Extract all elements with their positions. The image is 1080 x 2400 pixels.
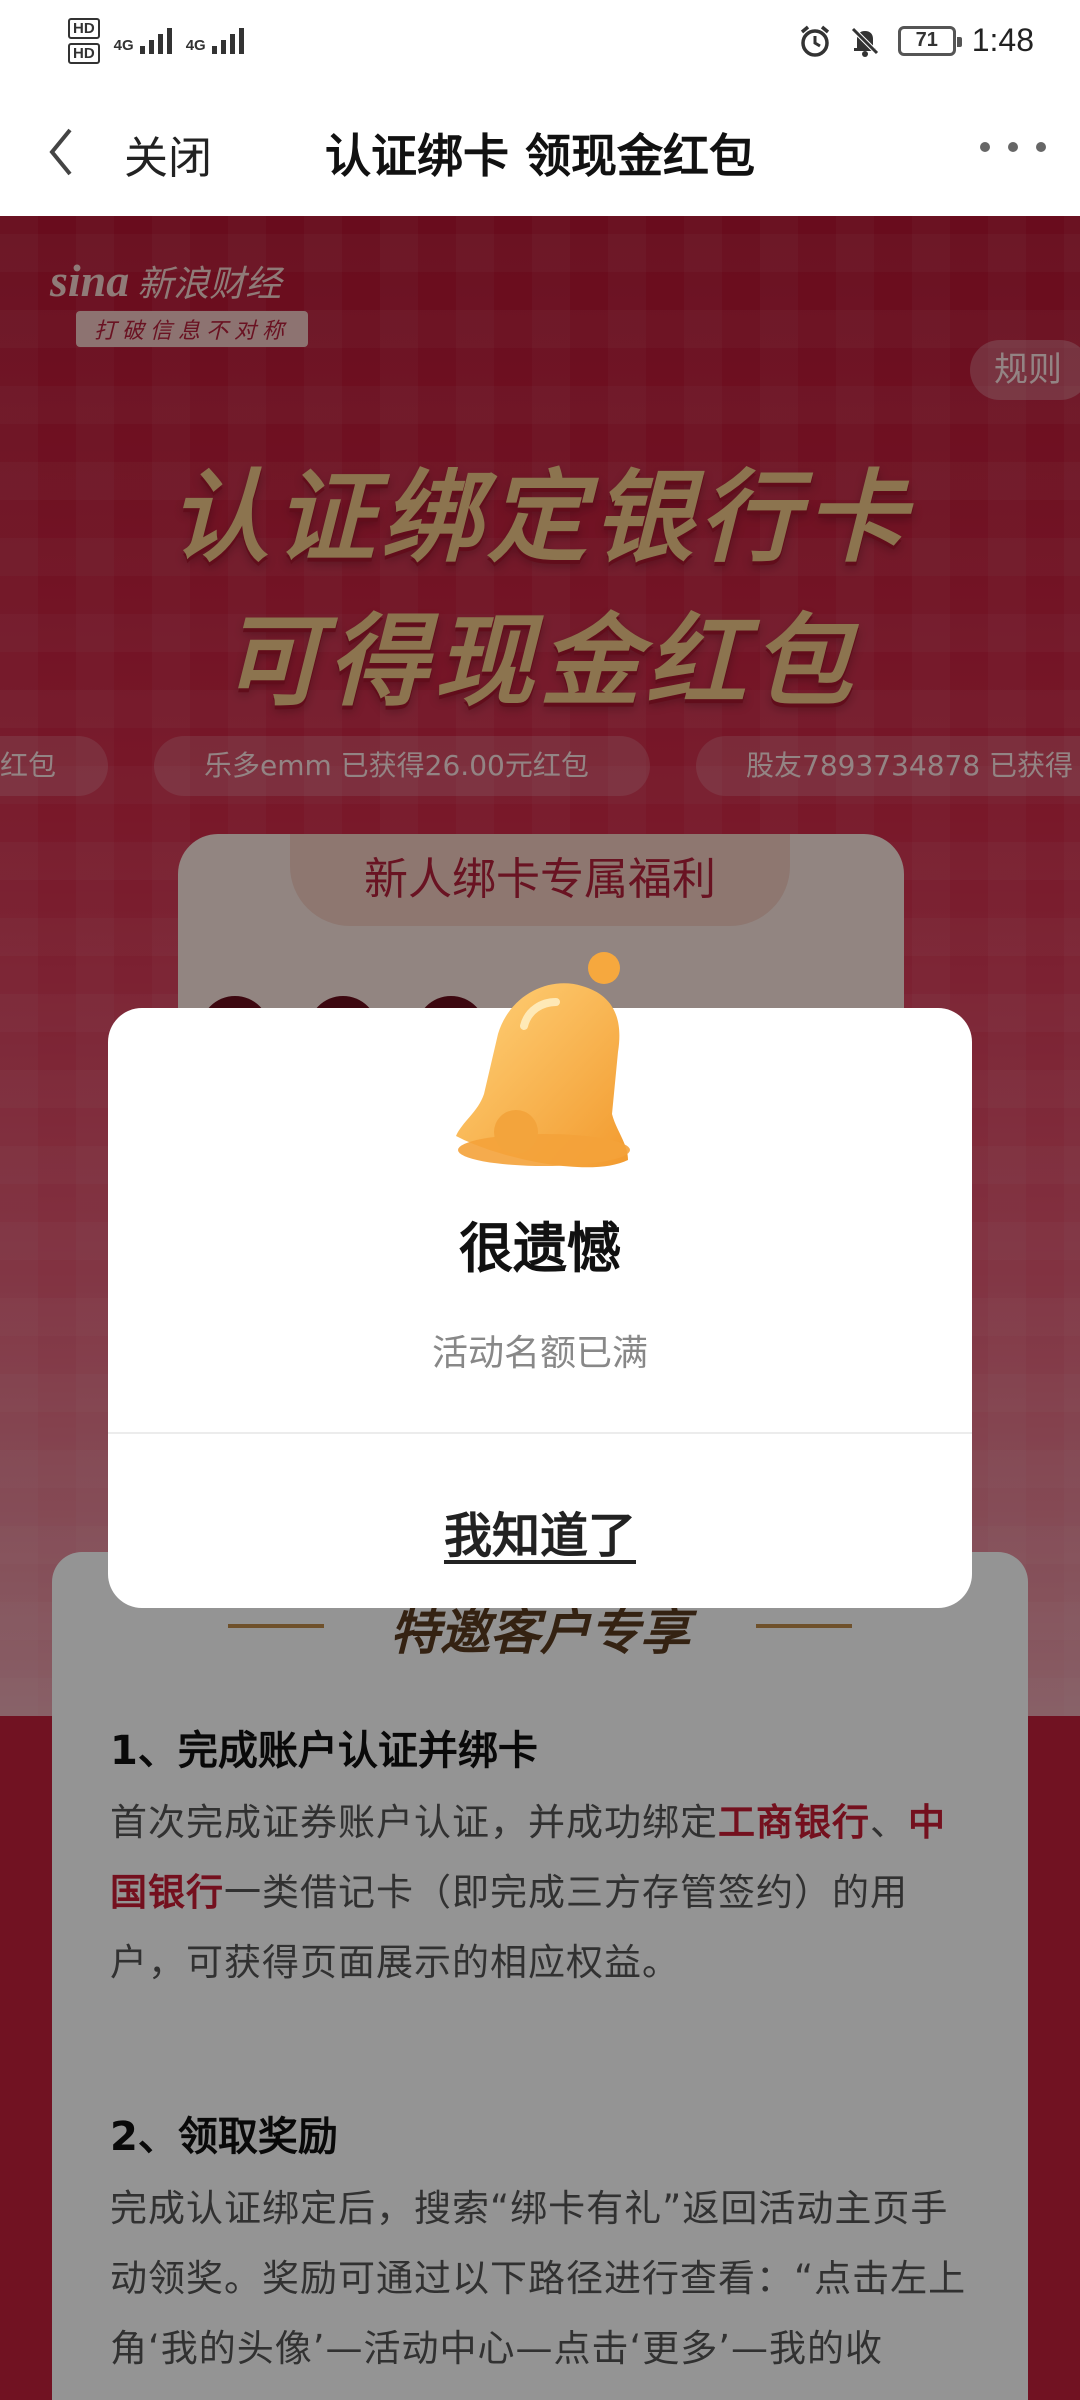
network-type-1: 4G [113,37,134,54]
signal-icon-sim1: 4G [114,28,172,54]
clock: 1:48 [971,22,1034,58]
status-left: HD HD 4G 4G [68,18,244,64]
confirm-button[interactable]: 我知道了 [108,1496,972,1566]
page-title: 认证绑卡 领现金红包 [324,129,755,183]
status-right: 71 1:48 [798,22,1034,59]
status-bar: HD HD 4G 4G 71 1:48 [0,0,1080,92]
bell-icon [456,952,630,1168]
mute-bell-icon [850,26,879,57]
network-type-2: 4G [185,37,206,54]
signal-icon-sim2: 4G [186,28,244,54]
battery-level: 71 [915,29,938,51]
hd-badge-1: HD [68,18,100,39]
battery-icon: 71 [897,25,962,56]
hd-indicator: HD HD [68,18,100,64]
dialog-title: 很遗憾 [459,1217,621,1280]
dialog-divider [108,1432,972,1434]
hd-badge-2: HD [68,43,100,64]
alarm-icon [800,25,829,57]
more-options-icon[interactable] [980,132,1046,162]
dialog-message: 活动名额已满 [431,1333,648,1374]
nav-bar: 关闭 认证绑卡 领现金红包 [0,92,1080,216]
